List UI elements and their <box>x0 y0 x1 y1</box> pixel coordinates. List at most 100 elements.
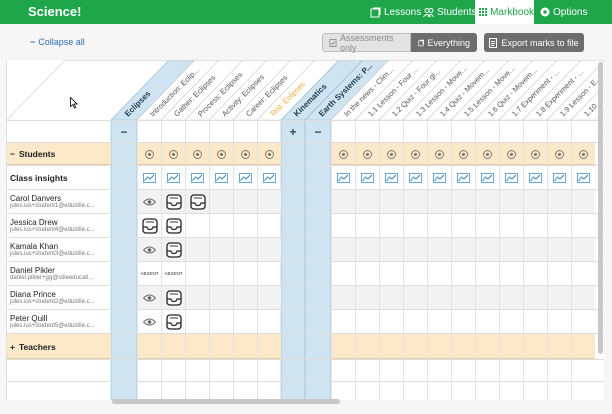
assessments-only-toggle[interactable]: Assessments only <box>322 33 411 53</box>
add-circle-icon[interactable] <box>483 149 492 159</box>
mark-cell[interactable] <box>571 238 595 261</box>
mark-cell[interactable] <box>475 238 499 261</box>
mark-cell[interactable] <box>209 238 233 261</box>
add-circle-icon[interactable] <box>265 149 274 159</box>
mark-cell[interactable] <box>523 262 547 285</box>
mark-cell[interactable] <box>499 214 523 237</box>
chart-icon[interactable] <box>337 172 350 183</box>
mark-cell[interactable] <box>547 214 571 237</box>
mark-cell[interactable] <box>451 214 475 237</box>
add-circle-icon[interactable] <box>217 149 226 159</box>
mark-cell[interactable] <box>523 214 547 237</box>
add-circle-icon[interactable] <box>555 149 564 159</box>
student-name[interactable]: Diana Prince <box>10 290 111 299</box>
mark-cell[interactable] <box>547 238 571 261</box>
mark-cell[interactable] <box>355 190 379 213</box>
mark-cell[interactable] <box>331 310 355 333</box>
mark-cell[interactable] <box>161 190 185 213</box>
mark-cell[interactable] <box>331 286 355 309</box>
mark-cell[interactable] <box>499 310 523 333</box>
collapse-icon[interactable]: − <box>10 149 15 159</box>
chart-icon[interactable] <box>191 172 204 183</box>
add-circle-icon[interactable] <box>193 149 202 159</box>
chart-icon[interactable] <box>263 172 276 183</box>
mark-cell[interactable] <box>161 310 185 333</box>
mark-cell[interactable] <box>475 286 499 309</box>
mark-cell[interactable] <box>379 214 403 237</box>
horizontal-scrollbar[interactable] <box>112 399 340 404</box>
mark-cell[interactable] <box>451 310 475 333</box>
mark-cell[interactable]: ABSENT <box>137 262 161 285</box>
mark-cell[interactable] <box>331 214 355 237</box>
mark-cell[interactable] <box>523 190 547 213</box>
mark-cell[interactable] <box>137 190 161 213</box>
chart-icon[interactable] <box>143 172 156 183</box>
add-circle-icon[interactable] <box>145 149 154 159</box>
mark-cell[interactable] <box>427 214 451 237</box>
add-circle-icon[interactable] <box>169 149 178 159</box>
mark-cell[interactable] <box>403 238 427 261</box>
mark-cell[interactable] <box>475 262 499 285</box>
student-name[interactable]: Carol Danvers <box>10 194 111 203</box>
mark-cell[interactable] <box>427 310 451 333</box>
collapse-group-icon[interactable]: − <box>111 121 137 142</box>
mark-cell[interactable] <box>257 214 281 237</box>
mark-cell[interactable] <box>403 262 427 285</box>
mark-cell[interactable] <box>499 262 523 285</box>
mark-cell[interactable] <box>233 310 257 333</box>
mark-cell[interactable] <box>257 286 281 309</box>
collapse-all-link[interactable]: − Collapse all <box>30 37 85 47</box>
mark-cell[interactable] <box>451 286 475 309</box>
mark-cell[interactable] <box>257 262 281 285</box>
add-circle-icon[interactable] <box>363 149 372 159</box>
mark-cell[interactable] <box>137 214 161 237</box>
mark-cell[interactable] <box>331 262 355 285</box>
mark-cell[interactable] <box>523 286 547 309</box>
mark-cell[interactable] <box>427 286 451 309</box>
mark-cell[interactable] <box>355 214 379 237</box>
add-circle-icon[interactable] <box>435 149 444 159</box>
mark-cell[interactable] <box>161 214 185 237</box>
mark-cell[interactable] <box>233 190 257 213</box>
chart-icon[interactable] <box>239 172 252 183</box>
add-circle-icon[interactable] <box>411 149 420 159</box>
mark-cell[interactable] <box>427 190 451 213</box>
mark-cell[interactable] <box>499 190 523 213</box>
nav-options[interactable]: Options <box>540 0 587 24</box>
chart-icon[interactable] <box>385 172 398 183</box>
mark-cell[interactable] <box>571 214 595 237</box>
mark-cell[interactable] <box>475 310 499 333</box>
mark-cell[interactable] <box>185 190 209 213</box>
mark-cell[interactable] <box>185 214 209 237</box>
mark-cell[interactable] <box>571 262 595 285</box>
mark-cell[interactable] <box>451 262 475 285</box>
student-name[interactable]: Daniel Pikler <box>10 266 111 275</box>
nav-lessons[interactable]: Lessons <box>370 0 421 24</box>
mark-cell[interactable] <box>475 190 499 213</box>
expand-icon[interactable]: + <box>10 342 15 352</box>
mark-cell[interactable] <box>233 286 257 309</box>
mark-cell[interactable] <box>209 190 233 213</box>
mark-cell[interactable] <box>161 238 185 261</box>
mark-cell[interactable] <box>185 310 209 333</box>
mark-cell[interactable] <box>257 190 281 213</box>
mark-cell[interactable] <box>547 190 571 213</box>
mark-cell[interactable] <box>571 190 595 213</box>
mark-cell[interactable] <box>547 262 571 285</box>
mark-cell[interactable] <box>523 310 547 333</box>
vertical-scrollbar[interactable] <box>598 62 603 354</box>
chart-icon[interactable] <box>215 172 228 183</box>
add-circle-icon[interactable] <box>387 149 396 159</box>
mark-cell[interactable] <box>209 310 233 333</box>
mark-cell[interactable] <box>355 238 379 261</box>
chart-icon[interactable] <box>361 172 374 183</box>
mark-cell[interactable] <box>379 310 403 333</box>
chart-icon[interactable] <box>577 172 590 183</box>
mark-cell[interactable] <box>161 286 185 309</box>
mark-cell[interactable] <box>137 310 161 333</box>
collapse-group-icon[interactable]: − <box>305 121 331 142</box>
mark-cell[interactable] <box>427 262 451 285</box>
mark-cell[interactable] <box>379 286 403 309</box>
chart-icon[interactable] <box>505 172 518 183</box>
mark-cell[interactable] <box>451 238 475 261</box>
